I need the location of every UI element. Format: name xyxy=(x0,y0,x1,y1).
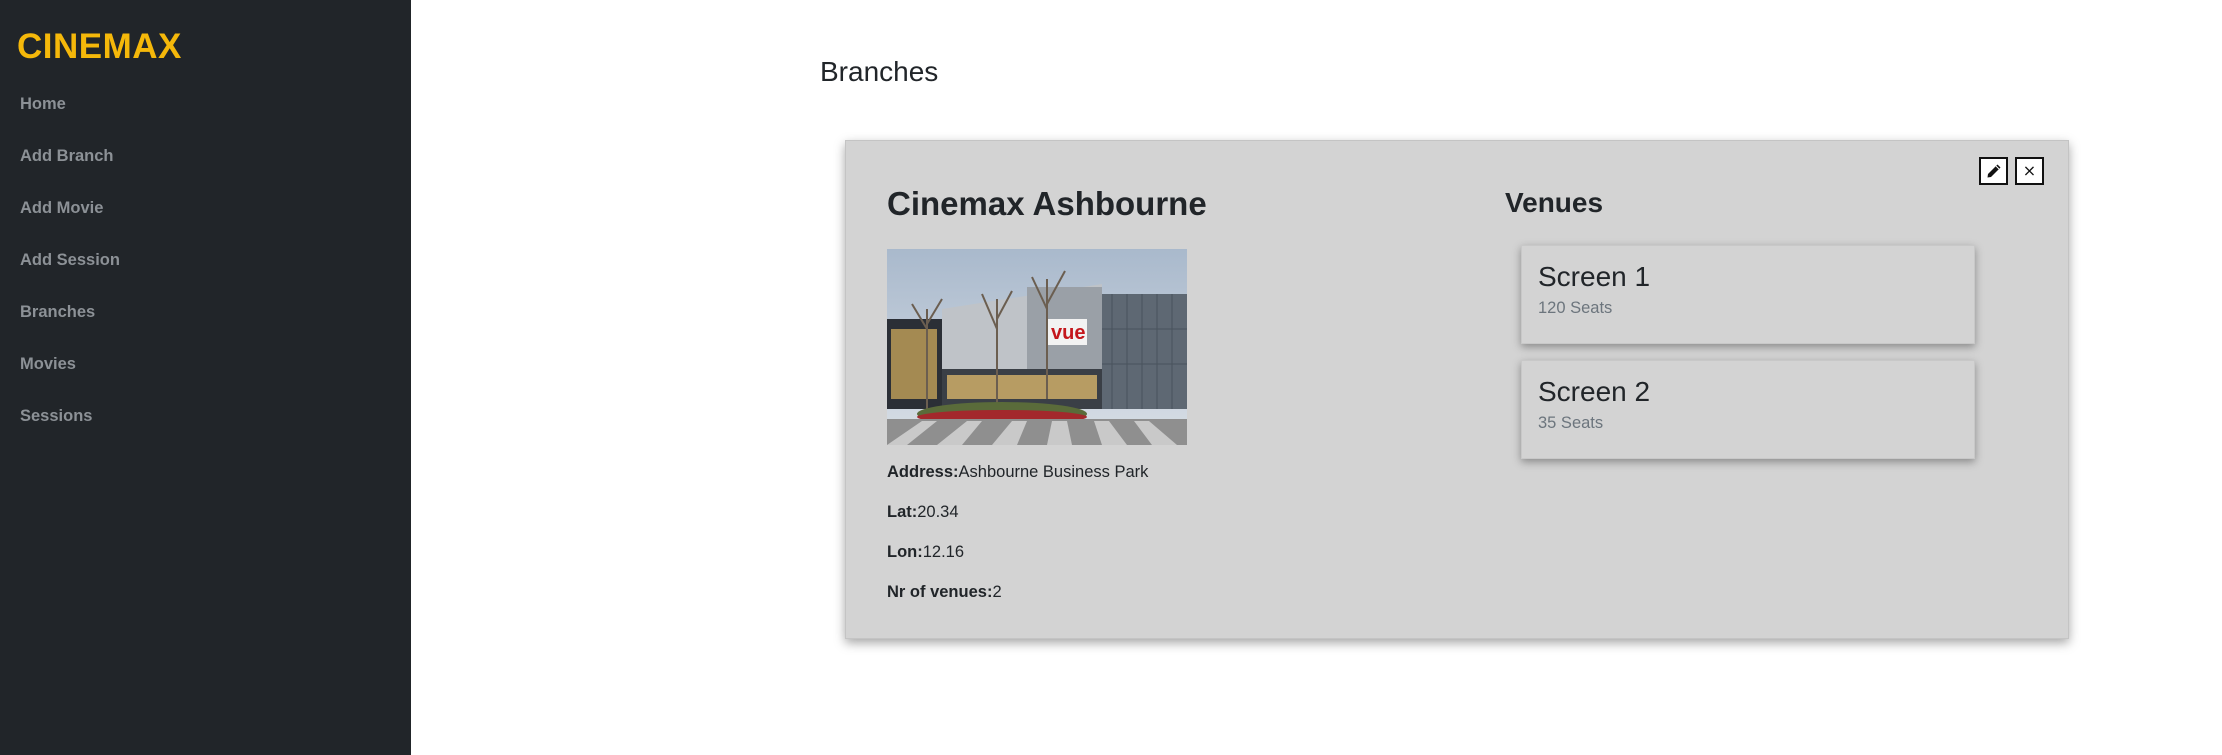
branch-image: vue xyxy=(887,249,1187,445)
sidebar-item-movies[interactable]: Movies xyxy=(20,346,120,398)
venue-seats: 120 Seats xyxy=(1538,299,1613,317)
pencil-icon xyxy=(1987,164,2000,178)
sidebar-item-branches[interactable]: Branches xyxy=(20,294,120,346)
close-icon: × xyxy=(2022,161,2037,180)
venue-card[interactable]: Screen 1 120 Seats xyxy=(1521,245,1975,344)
venue-name: Screen 1 xyxy=(1538,261,1651,292)
branch-card: Cinemax Ashbourne vue Address:Ashbourne … xyxy=(845,140,2069,639)
close-button[interactable]: × xyxy=(2015,157,2044,185)
brand-logo[interactable]: CINEMAX xyxy=(17,27,182,67)
sidebar-item-add-movie[interactable]: Add Movie xyxy=(20,190,120,242)
page-title: Branches xyxy=(820,56,939,87)
lat-value: 20.34 xyxy=(917,503,959,521)
venue-count-value: 2 xyxy=(992,583,1002,601)
address-label: Address: xyxy=(887,463,959,481)
venue-seats: 35 Seats xyxy=(1538,414,1604,432)
sidebar-item-add-branch[interactable]: Add Branch xyxy=(20,138,120,190)
address-value: Ashbourne Business Park xyxy=(958,463,1149,481)
lon-label: Lon: xyxy=(887,543,923,561)
venue-count-label: Nr of venues: xyxy=(887,583,993,601)
building-sign: vue xyxy=(1051,322,1085,344)
branch-lat: Lat:20.34 xyxy=(887,503,959,522)
branch-lon: Lon:12.16 xyxy=(887,543,964,562)
sidebar-nav: Home Add Branch Add Movie Add Session Br… xyxy=(20,86,120,450)
edit-button[interactable] xyxy=(1979,157,2008,185)
branch-address: Address:Ashbourne Business Park xyxy=(887,463,1148,482)
sidebar-item-sessions[interactable]: Sessions xyxy=(20,398,120,450)
sidebar-item-home[interactable]: Home xyxy=(20,86,120,138)
branch-name: Cinemax Ashbourne xyxy=(887,185,1207,222)
venues-title: Venues xyxy=(1505,187,1604,218)
venue-card[interactable]: Screen 2 35 Seats xyxy=(1521,360,1975,459)
branch-venue-count: Nr of venues:2 xyxy=(887,583,1002,602)
venue-name: Screen 2 xyxy=(1538,376,1651,407)
lat-label: Lat: xyxy=(887,503,918,521)
sidebar-item-add-session[interactable]: Add Session xyxy=(20,242,120,294)
sidebar: CINEMAX Home Add Branch Add Movie Add Se… xyxy=(0,0,411,755)
lon-value: 12.16 xyxy=(922,543,965,561)
